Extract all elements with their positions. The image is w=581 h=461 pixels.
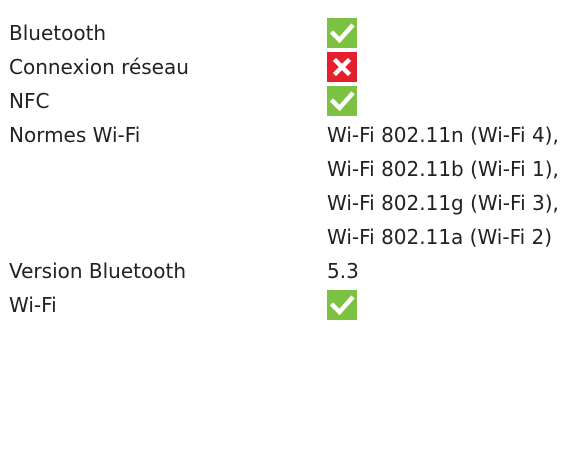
checkmark-icon (327, 290, 357, 320)
spec-table: Bluetooth Connexion réseau NFC Normes Wi… (9, 16, 581, 322)
spec-value-text: 5.3 (327, 259, 359, 283)
spec-label: Wi-Fi (9, 293, 57, 317)
spec-row-bluetooth-version: Version Bluetooth 5.3 (9, 254, 581, 288)
spec-value (327, 50, 581, 84)
spec-value (327, 16, 581, 50)
spec-row-wifi: Wi-Fi (9, 288, 581, 322)
checkmark-icon (327, 86, 357, 116)
spec-label: NFC (9, 89, 50, 113)
checkmark-icon (327, 18, 357, 48)
spec-value-text: Wi-Fi 802.11n (Wi-Fi 4), Wi-Fi 802.11b (… (327, 123, 559, 249)
spec-label: Version Bluetooth (9, 259, 186, 283)
spec-row-bluetooth: Bluetooth (9, 16, 581, 50)
spec-label: Normes Wi-Fi (9, 123, 141, 147)
spec-value (327, 84, 581, 118)
spec-value (327, 288, 581, 322)
spec-label: Connexion réseau (9, 55, 189, 79)
spec-row-network-connection: Connexion réseau (9, 50, 581, 84)
spec-label: Bluetooth (9, 21, 107, 45)
cross-icon (327, 52, 357, 82)
spec-row-nfc: NFC (9, 84, 581, 118)
spec-row-wifi-standards: Normes Wi-Fi Wi-Fi 802.11n (Wi-Fi 4), Wi… (9, 118, 581, 254)
